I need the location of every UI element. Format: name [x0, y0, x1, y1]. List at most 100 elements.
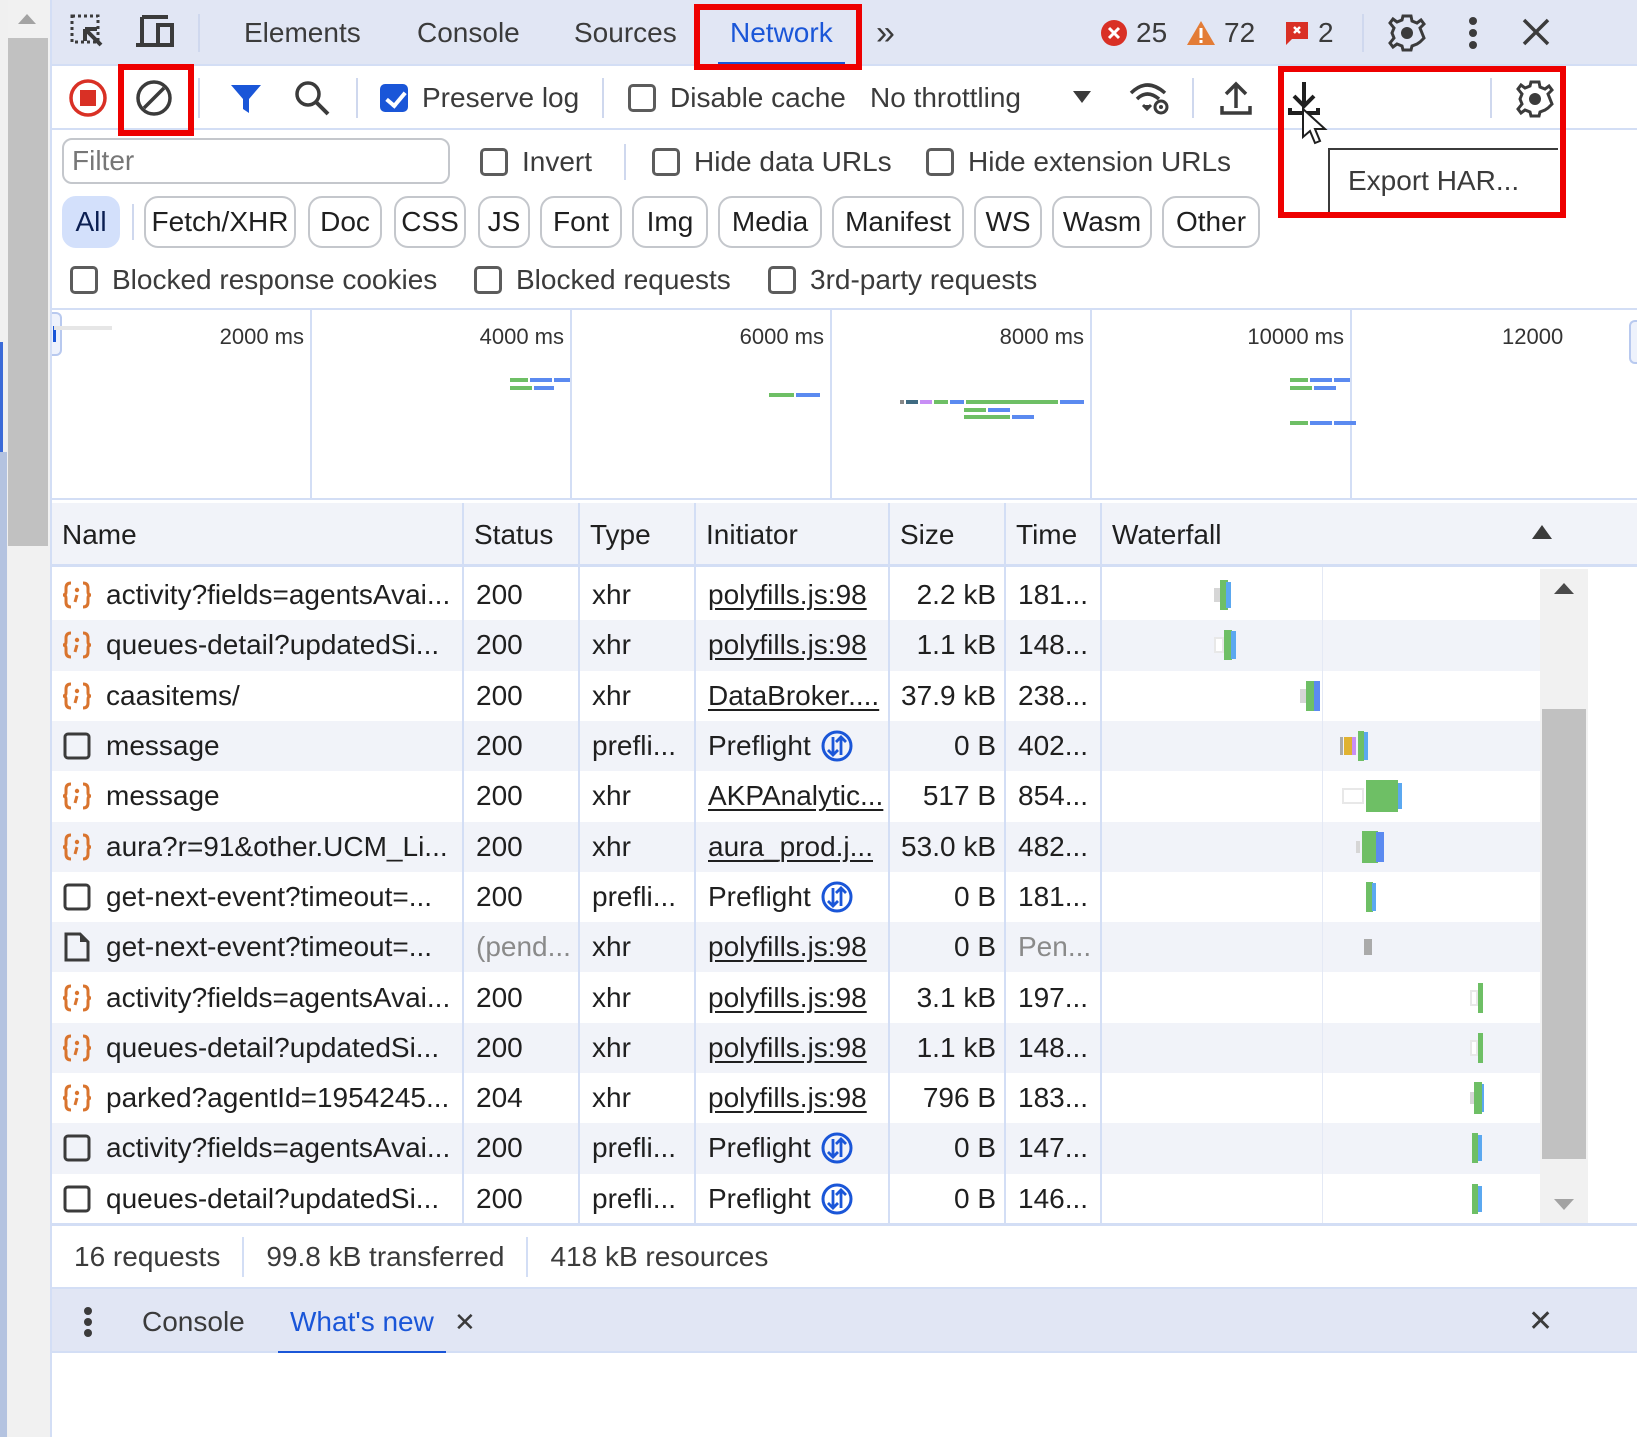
initiator-link[interactable]: polyfills.js:98 [708, 1082, 867, 1114]
page-scrollbar[interactable] [8, 0, 50, 1437]
scroll-up-arrow-icon[interactable] [18, 14, 36, 24]
initiator-link[interactable]: polyfills.js:98 [708, 1032, 867, 1064]
table-row[interactable]: get-next-event?timeout=... (pend... xhr pol… [52, 922, 1540, 973]
invert-checkbox[interactable]: Invert [480, 144, 592, 180]
column-header-name[interactable]: Name [52, 503, 464, 567]
type-filter-other[interactable]: Other [1162, 196, 1260, 248]
request-name[interactable]: get-next-event?timeout=... [106, 931, 432, 963]
type-filter-ws[interactable]: WS [974, 196, 1042, 248]
type-filter-media[interactable]: Media [718, 196, 822, 248]
timeline-overview[interactable]: 2000 ms 4000 ms 6000 ms 8000 ms 10000 ms… [52, 308, 1637, 500]
tab-network[interactable]: Network [718, 0, 845, 66]
blocked-cookies-check[interactable] [70, 266, 98, 294]
type-filter-js[interactable]: JS [478, 196, 530, 248]
tab-sources[interactable]: Sources [572, 0, 679, 66]
close-drawer-icon[interactable]: ✕ [1526, 1289, 1555, 1355]
third-party-checkbox[interactable]: 3rd-party requests [768, 262, 1037, 298]
tab-elements[interactable]: Elements [242, 0, 363, 66]
blocked-cookies-checkbox[interactable]: Blocked response cookies [70, 262, 437, 298]
table-scrollbar[interactable] [1540, 569, 1588, 1223]
import-har-icon[interactable] [1216, 78, 1256, 118]
clear-icon[interactable] [134, 78, 174, 118]
initiator-link[interactable]: polyfills.js:98 [708, 629, 867, 661]
preserve-log-check[interactable] [380, 84, 408, 112]
warnings-badge[interactable]: 72 [1186, 14, 1255, 52]
table-row[interactable]: parked?agentId=1954245... 204 xhr polyfills… [52, 1073, 1540, 1123]
table-row[interactable]: activity?fields=agentsAvai... 200 xhr polyf… [52, 570, 1540, 620]
type-filter-wasm[interactable]: Wasm [1052, 196, 1152, 248]
table-scrollbar-thumb[interactable] [1542, 709, 1586, 1159]
initiator-link[interactable]: polyfills.js:98 [708, 982, 867, 1014]
column-header-status[interactable]: Status [464, 503, 580, 567]
table-row[interactable]: queues-detail?updatedSi... 200 xhr polyfill… [52, 1022, 1540, 1073]
tab-console[interactable]: Console [415, 0, 522, 66]
hide-data-urls-checkbox[interactable]: Hide data URLs [652, 144, 892, 180]
table-row[interactable]: activity?fields=agentsAvai... 200 prefli..… [52, 1123, 1540, 1174]
column-header-size[interactable]: Size [890, 503, 1006, 567]
column-header-type[interactable]: Type [580, 503, 696, 567]
column-header-initiator[interactable]: Initiator [696, 503, 890, 567]
request-name[interactable]: activity?fields=agentsAvai... [106, 579, 450, 611]
request-name[interactable]: activity?fields=agentsAvai... [106, 1132, 450, 1164]
preflight-icon[interactable] [811, 881, 853, 913]
hide-data-urls-check[interactable] [652, 148, 680, 176]
search-icon[interactable] [292, 78, 332, 118]
third-party-check[interactable] [768, 266, 796, 294]
type-filter-all[interactable]: All [62, 196, 120, 248]
scroll-up-icon[interactable] [1554, 583, 1574, 594]
errors-badge[interactable]: 25 [1100, 14, 1167, 52]
preserve-log-checkbox[interactable]: Preserve log [380, 80, 579, 116]
hide-extension-urls-check[interactable] [926, 148, 954, 176]
table-row[interactable]: get-next-event?timeout=... 200 prefli... Pr… [52, 872, 1540, 922]
overview-right-handle[interactable] [1629, 320, 1637, 364]
table-row[interactable]: aura?r=91&other.UCM_Li... 200 xhr aura_prod… [52, 821, 1540, 872]
table-row[interactable]: queues-detail?updatedSi... 200 prefli... Pr… [52, 1174, 1540, 1224]
sort-ascending-icon[interactable] [1532, 525, 1552, 539]
table-row[interactable]: queues-detail?updatedSi... 200 xhr polyfill… [52, 620, 1540, 671]
preflight-icon[interactable] [811, 730, 853, 762]
network-settings-icon[interactable] [1514, 78, 1556, 120]
close-devtools-icon[interactable] [1518, 14, 1554, 50]
request-name[interactable]: activity?fields=agentsAvai... [106, 982, 450, 1014]
inspect-element-icon[interactable] [68, 12, 108, 52]
type-filter-font[interactable]: Font [540, 196, 622, 248]
drawer-menu-icon[interactable] [76, 1303, 100, 1341]
settings-icon[interactable] [1386, 12, 1428, 54]
column-header-time[interactable]: Time [1006, 503, 1102, 567]
request-name[interactable]: queues-detail?updatedSi... [106, 629, 439, 661]
request-name[interactable]: queues-detail?updatedSi... [106, 1183, 439, 1215]
initiator-link[interactable]: polyfills.js:98 [708, 931, 867, 963]
throttling-select[interactable]: No throttling [870, 80, 1021, 116]
request-name[interactable]: get-next-event?timeout=... [106, 881, 432, 913]
initiator-link[interactable]: aura_prod.j... [708, 831, 873, 863]
drawer-tab-whats-new[interactable]: What's new [278, 1289, 446, 1355]
blocked-requests-checkbox[interactable]: Blocked requests [474, 262, 731, 298]
table-row[interactable]: activity?fields=agentsAvai... 200 xhr polyf… [52, 972, 1540, 1022]
type-filter-fetch-xhr[interactable]: Fetch/XHR [144, 196, 296, 248]
preflight-icon[interactable] [811, 1132, 853, 1164]
table-row[interactable]: message 200 xhr AKPAnalytic... 517 B 854... [52, 771, 1540, 821]
preflight-icon[interactable] [811, 1183, 853, 1215]
request-name[interactable]: parked?agentId=1954245... [106, 1082, 449, 1114]
more-tabs-icon[interactable]: » [874, 0, 897, 66]
request-name[interactable]: queues-detail?updatedSi... [106, 1032, 439, 1064]
blocked-requests-check[interactable] [474, 266, 502, 294]
initiator-link[interactable]: DataBroker.... [708, 680, 879, 712]
network-conditions-icon[interactable] [1126, 78, 1172, 118]
initiator-link[interactable]: polyfills.js:98 [708, 579, 867, 611]
more-options-icon[interactable] [1458, 12, 1488, 54]
throttling-dropdown-icon[interactable] [1068, 84, 1096, 110]
page-scrollbar-thumb[interactable] [8, 38, 48, 546]
hide-extension-urls-checkbox[interactable]: Hide extension URLs [926, 144, 1231, 180]
request-name[interactable]: message [106, 780, 220, 812]
initiator-link[interactable]: AKPAnalytic... [708, 780, 883, 812]
overview-left-handle[interactable] [52, 312, 62, 356]
issues-badge[interactable]: 2 [1284, 14, 1334, 52]
type-filter-doc[interactable]: Doc [308, 196, 382, 248]
request-name[interactable]: message [106, 730, 220, 762]
request-name[interactable]: aura?r=91&other.UCM_Li... [106, 831, 448, 863]
type-filter-manifest[interactable]: Manifest [832, 196, 964, 248]
stop-recording-icon[interactable] [68, 78, 108, 118]
filter-icon[interactable] [226, 80, 266, 118]
drawer-tab-console[interactable]: Console [140, 1289, 247, 1355]
